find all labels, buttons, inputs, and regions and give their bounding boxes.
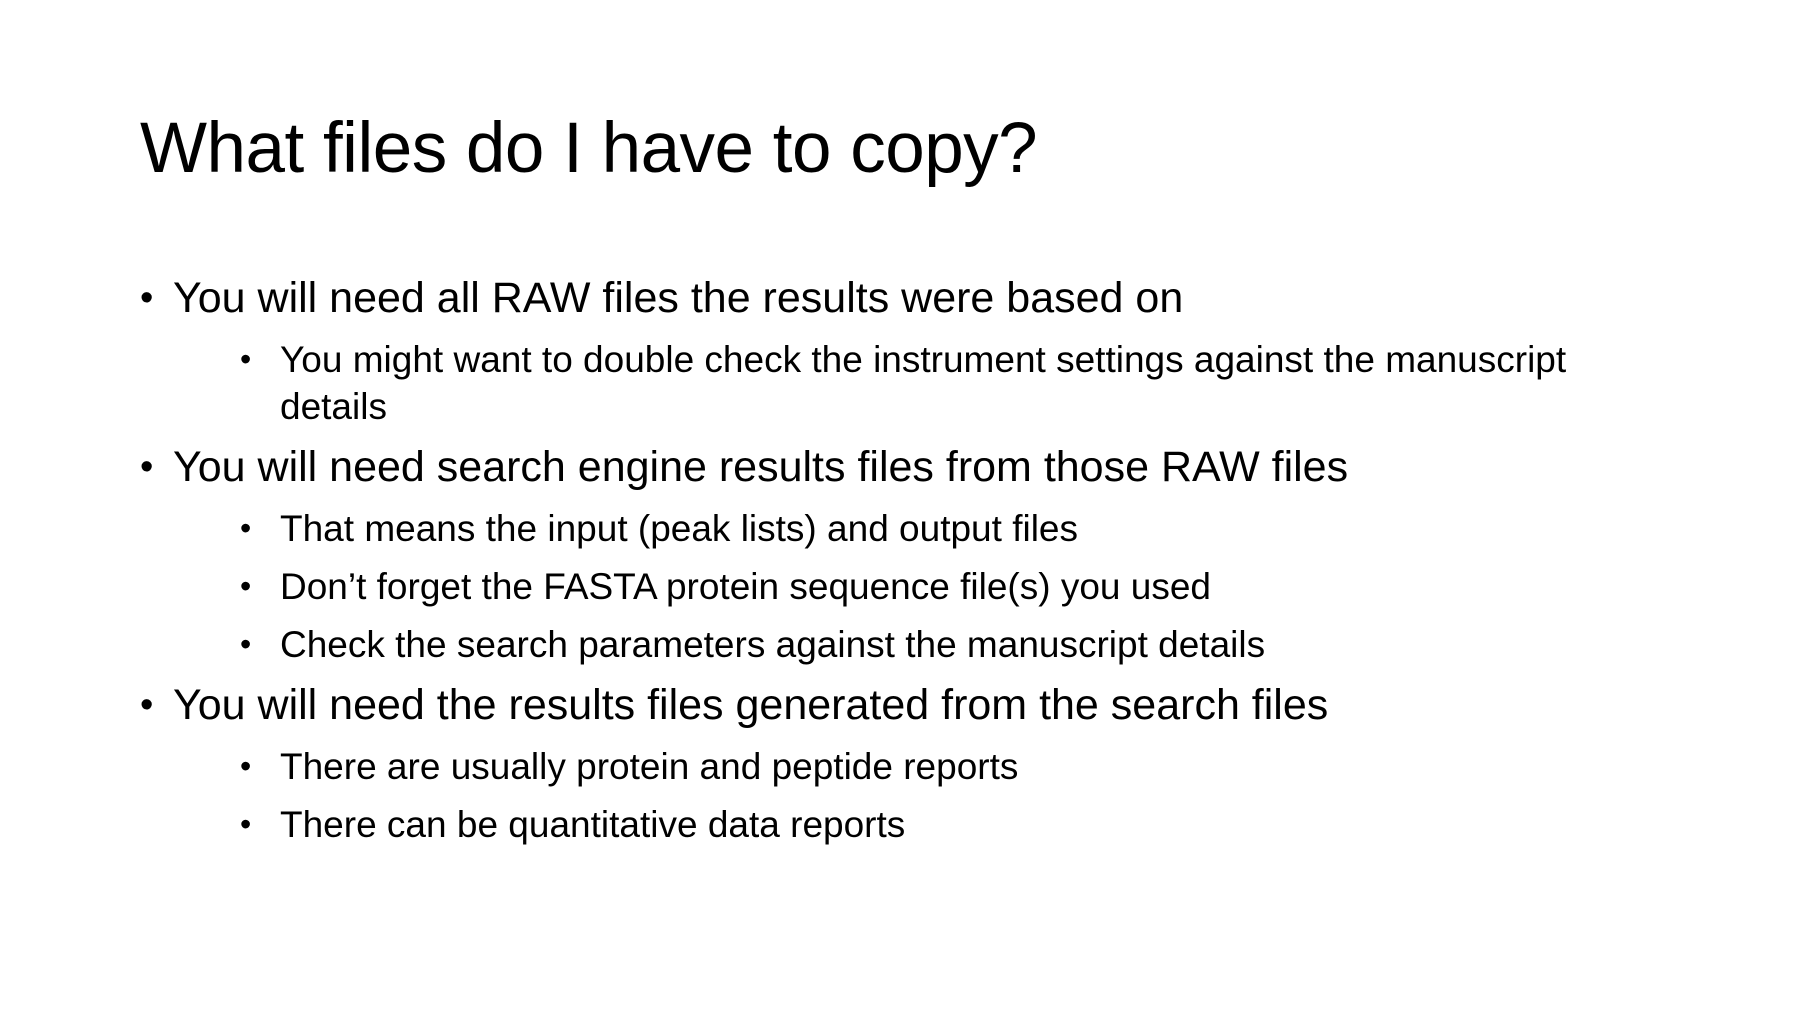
bullet-dot-icon: • [240, 510, 252, 546]
sub-bullet-item: • That means the input (peak lists) and … [240, 505, 1570, 552]
sub-bullet-item: • Don’t forget the FASTA protein sequenc… [240, 563, 1570, 610]
bullet-text: You will need all RAW files the results … [173, 274, 1184, 322]
sub-bullet-item: • There are usually protein and peptide … [240, 743, 1570, 790]
bullet-dot-icon: • [240, 341, 252, 377]
sub-bullet-text: You might want to double check the instr… [280, 339, 1567, 427]
sub-bullet-text: Check the search parameters against the … [280, 624, 1266, 665]
bullet-dot-icon: • [140, 446, 154, 488]
bullet-dot-icon: • [240, 568, 252, 604]
slide-title: What files do I have to copy? [140, 109, 1038, 188]
slide: What files do I have to copy? • You will… [0, 0, 1800, 1013]
sub-bullet-text: Don’t forget the FASTA protein sequence … [280, 566, 1211, 607]
sub-bullet-item: • Check the search parameters against th… [240, 621, 1570, 668]
bullet-item: • You will need all RAW files the result… [140, 272, 1700, 324]
bullet-dot-icon: • [140, 277, 154, 319]
sub-bullet-text: There can be quantitative data reports [280, 804, 906, 845]
bullet-dot-icon: • [240, 748, 252, 784]
bullet-dot-icon: • [240, 626, 252, 662]
bullet-dot-icon: • [240, 806, 252, 842]
bullet-list: • You will need all RAW files the result… [140, 272, 1700, 859]
bullet-text: You will need search engine results file… [173, 443, 1349, 491]
sub-bullet-item: • You might want to double check the ins… [240, 336, 1570, 430]
bullet-item: • You will need search engine results fi… [140, 441, 1700, 493]
bullet-text: You will need the results files generate… [173, 681, 1329, 729]
bullet-dot-icon: • [140, 684, 154, 726]
bullet-item: • You will need the results files genera… [140, 679, 1700, 731]
sub-bullet-item: • There can be quantitative data reports [240, 801, 1570, 848]
sub-bullet-text: There are usually protein and peptide re… [280, 746, 1019, 787]
sub-bullet-text: That means the input (peak lists) and ou… [280, 508, 1078, 549]
